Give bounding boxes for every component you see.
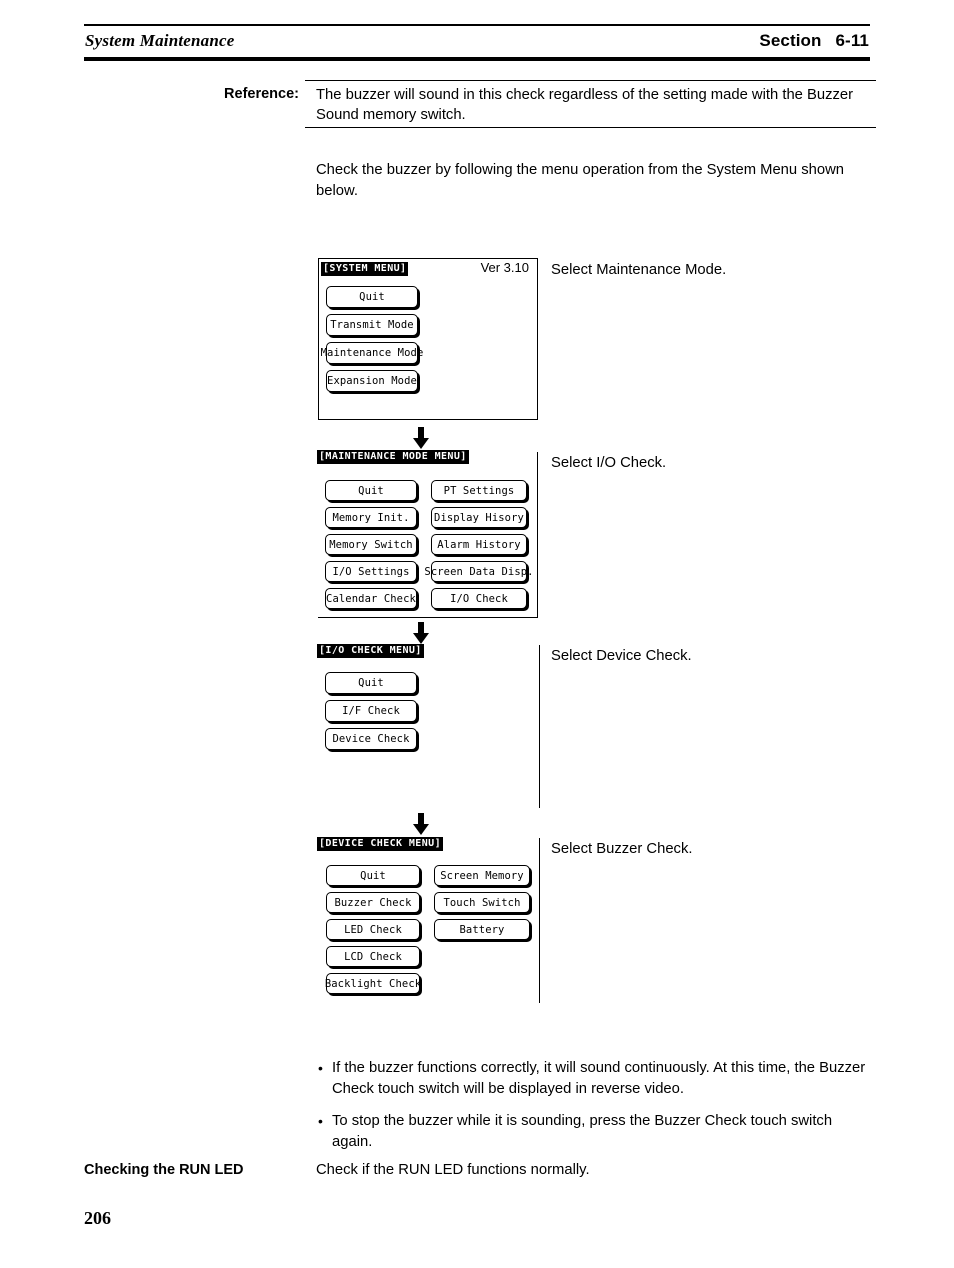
- screen-title-system-menu: [SYSTEM MENU]: [321, 262, 409, 276]
- lcd-button-pt-settings[interactable]: PT Settings: [431, 480, 527, 501]
- lcd-button-backlight-check[interactable]: Backlight Check: [325, 973, 421, 994]
- lcd-button-buzzer-check[interactable]: Buzzer Check: [326, 892, 420, 913]
- bullet-marker-icon: •: [318, 1113, 323, 1129]
- arrow-down-icon: [413, 427, 429, 449]
- lcd-button-display-hisory[interactable]: Display Hisory: [431, 507, 527, 528]
- lcd-button-quit[interactable]: Quit: [326, 286, 418, 308]
- lcd-button-transmit-mode[interactable]: Transmit Mode: [326, 314, 418, 336]
- step-note-select-buzzer-check: Select Buzzer Check.: [551, 841, 693, 857]
- flow-arrow-2: [413, 622, 429, 644]
- list-item: • If the buzzer functions correctly, it …: [316, 1058, 876, 1100]
- button-column-right-maintenance-menu: PT Settings Display Hisory Alarm History…: [424, 480, 533, 615]
- lcd-button-maintenance-mode[interactable]: Maintenance Mode: [321, 342, 423, 364]
- bullet-list: • If the buzzer functions correctly, it …: [316, 1058, 876, 1164]
- lcd-button-expansion-mode[interactable]: Expansion Mode: [326, 370, 418, 392]
- screen-system-menu: [SYSTEM MENU] Ver 3.10 Quit Transmit Mod…: [318, 258, 538, 420]
- button-column-left-system-menu: Quit Transmit Mode Maintenance Mode Expa…: [321, 286, 423, 398]
- screen-maintenance-mode-menu: [MAINTENANCE MODE MENU] Quit Memory Init…: [317, 450, 538, 618]
- step-note-select-device-check: Select Device Check.: [551, 648, 692, 664]
- flow-arrow-3: [413, 813, 429, 835]
- lcd-button-io-check[interactable]: I/O Check: [431, 588, 527, 609]
- lcd-button-screen-memory[interactable]: Screen Memory: [434, 865, 530, 886]
- lcd-button-alarm-history[interactable]: Alarm History: [431, 534, 527, 555]
- list-item-text: To stop the buzzer while it is sounding,…: [332, 1113, 833, 1150]
- run-led-text: Check if the RUN LED functions normally.: [316, 1162, 590, 1178]
- screen-title-io-check-menu: [I/O CHECK MENU]: [317, 644, 424, 658]
- lcd-button-lcd-check[interactable]: LCD Check: [326, 946, 420, 967]
- button-column-right-device-check-menu: Screen Memory Touch Switch Battery: [434, 865, 530, 946]
- arrow-down-icon: [413, 813, 429, 835]
- button-column-left-maintenance-menu: Quit Memory Init. Memory Switch I/O Sett…: [325, 480, 417, 615]
- lcd-button-touch-switch[interactable]: Touch Switch: [434, 892, 530, 913]
- arrow-down-icon: [413, 622, 429, 644]
- lcd-button-quit[interactable]: Quit: [325, 480, 417, 501]
- flow-arrow-1: [413, 427, 429, 449]
- screen-io-check-menu: [I/O CHECK MENU] Quit I/F Check Device C…: [317, 644, 540, 808]
- run-led-heading: Checking the RUN LED: [84, 1162, 244, 1178]
- lcd-button-led-check[interactable]: LED Check: [326, 919, 420, 940]
- version-label: Ver 3.10: [480, 260, 529, 275]
- lcd-button-screen-data-disp[interactable]: Screen Data Disp.: [424, 561, 533, 582]
- lcd-button-if-check[interactable]: I/F Check: [325, 700, 417, 722]
- screen-title-device-check-menu: [DEVICE CHECK MENU]: [317, 837, 443, 851]
- lcd-button-quit[interactable]: Quit: [326, 865, 420, 886]
- step-note-select-maintenance-mode: Select Maintenance Mode.: [551, 262, 727, 278]
- page-number: 206: [84, 1208, 111, 1228]
- lcd-button-quit[interactable]: Quit: [325, 672, 417, 694]
- screen-device-check-menu: [DEVICE CHECK MENU] Quit Buzzer Check LE…: [317, 837, 540, 1003]
- list-item-text: If the buzzer functions correctly, it wi…: [332, 1060, 866, 1097]
- lcd-button-memory-init[interactable]: Memory Init.: [325, 507, 417, 528]
- button-column-left-device-check-menu: Quit Buzzer Check LED Check LCD Check Ba…: [325, 865, 421, 1000]
- lcd-button-memory-switch[interactable]: Memory Switch: [325, 534, 417, 555]
- screen-title-maintenance-mode-menu: [MAINTENANCE MODE MENU]: [317, 450, 469, 464]
- lcd-button-device-check[interactable]: Device Check: [325, 728, 417, 750]
- lcd-button-battery[interactable]: Battery: [434, 919, 530, 940]
- lcd-button-calendar-check[interactable]: Calendar Check: [325, 588, 417, 609]
- step-note-select-io-check: Select I/O Check.: [551, 455, 667, 471]
- bullet-marker-icon: •: [318, 1060, 323, 1076]
- list-item: • To stop the buzzer while it is soundin…: [316, 1111, 876, 1153]
- button-column-left-io-check-menu: Quit I/F Check Device Check: [325, 672, 417, 756]
- lcd-button-io-settings[interactable]: I/O Settings: [325, 561, 417, 582]
